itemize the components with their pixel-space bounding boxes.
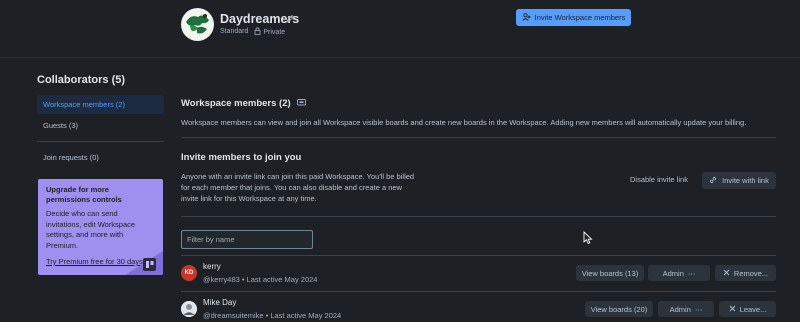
sidebar-item-label: Join requests (0) (43, 153, 99, 162)
add-user-icon (522, 12, 531, 23)
leave-workspace-button[interactable]: Leave... (719, 301, 776, 317)
collaborators-title: Collaborators (5) (37, 74, 126, 86)
view-boards-button[interactable]: View boards (13) (576, 265, 644, 281)
info-icon[interactable] (296, 98, 306, 109)
remove-member-button[interactable]: Remove... (715, 265, 776, 281)
leave-label: Leave... (739, 304, 767, 314)
role-label: Admin (669, 304, 691, 314)
more-icon: ⋯ (694, 304, 703, 314)
sidebar-item-workspace-members[interactable]: Workspace members (2) (37, 95, 164, 114)
workspace-header: Daydreamers Standard Private Invite Work… (0, 0, 800, 58)
invite-with-link-button[interactable]: Invite with link (702, 172, 776, 189)
role-dropdown[interactable]: Admin ⋯ (648, 265, 710, 281)
close-icon (723, 269, 730, 278)
promo-illustration (115, 245, 163, 275)
sidebar-item-label: Workspace members (2) (43, 100, 125, 109)
role-dropdown[interactable]: Admin ⋯ (658, 301, 714, 317)
divider (181, 216, 776, 217)
table-row: Mike Day @dreamsuitemike • Last active M… (181, 292, 776, 322)
view-boards-label: View boards (13) (581, 268, 639, 278)
workspace-visibility: Private (254, 27, 285, 36)
invite-section-text: Anyone with an invite link can join this… (181, 172, 415, 203)
divider (181, 137, 776, 138)
invite-section-title: Invite members to join you (181, 152, 302, 163)
promo-title: Upgrade for more permissions controls (46, 185, 122, 204)
sidebar-divider (37, 141, 164, 142)
more-icon: ⋯ (687, 268, 696, 278)
disable-invite-link[interactable]: Disable invite link (630, 175, 688, 184)
invite-with-link-label: Invite with link (722, 176, 769, 185)
link-icon (709, 176, 717, 186)
workspace-visibility-label: Private (263, 29, 286, 36)
page-title: Workspace members (2) (181, 98, 306, 109)
sidebar-item-label: Guests (3) (43, 121, 79, 130)
view-boards-label: View boards (20) (590, 304, 648, 314)
member-name: Mike Day (203, 298, 237, 307)
mouse-cursor-icon (583, 230, 593, 245)
remove-label: Remove... (733, 268, 769, 278)
page-title-text: Workspace members (2) (181, 98, 291, 109)
sidebar-item-guests[interactable]: Guests (3) (37, 116, 164, 135)
workspace-logo (181, 8, 214, 41)
invite-workspace-members-button[interactable]: Invite Workspace members (516, 9, 631, 26)
view-boards-button[interactable]: View boards (20) (585, 301, 653, 317)
workspace-members-description: Workspace members can view and join all … (181, 118, 747, 127)
filter-by-name-input[interactable] (181, 230, 313, 249)
premium-promo-card: Upgrade for more permissions controls De… (38, 179, 163, 275)
workspace-meta: Standard Private (220, 27, 285, 36)
workspace-plan: Standard (220, 28, 249, 35)
close-icon (729, 305, 736, 314)
member-handle: @kerry483 • Last active May 2024 (203, 275, 318, 284)
avatar: KD (181, 265, 197, 281)
member-handle: @dreamsuitemike • Last active May 2024 (203, 311, 342, 320)
pencil-icon[interactable] (286, 14, 295, 23)
lock-icon (254, 27, 261, 35)
member-name: kerry (203, 262, 221, 271)
table-row: KD kerry @kerry483 • Last active May 202… (181, 256, 776, 290)
invite-button-label: Invite Workspace members (534, 13, 626, 22)
role-label: Admin (662, 268, 684, 278)
sidebar-item-join-requests[interactable]: Join requests (0) (37, 148, 164, 167)
avatar (181, 301, 197, 317)
